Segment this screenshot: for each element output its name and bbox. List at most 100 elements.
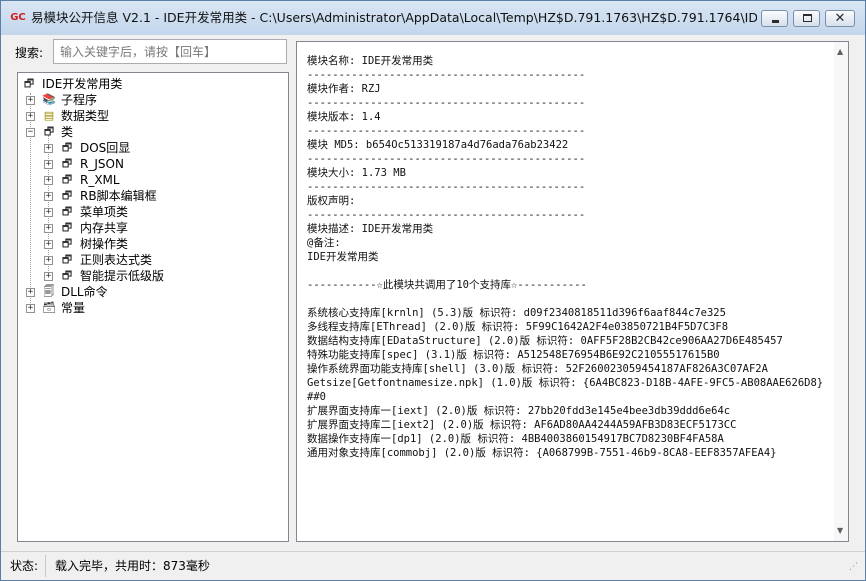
info-line: ----------------------------------------… — [307, 153, 586, 165]
minimize-button[interactable] — [761, 10, 788, 27]
tree-root-label: IDE开发常用类 — [42, 77, 123, 91]
scroll-down-icon[interactable]: ▼ — [837, 526, 843, 535]
info-line — [307, 292, 827, 306]
info-line — [307, 264, 827, 278]
tree-group-label: 常量 — [61, 301, 86, 315]
info-line: ----------------------------------------… — [307, 125, 586, 137]
info-line: 模块描述: IDE开发常用类 — [307, 223, 434, 235]
class-node-icon: 🗗 — [23, 77, 35, 90]
class-icon: 🗗 — [61, 269, 73, 282]
tree-group-label: 数据类型 — [61, 109, 110, 123]
search-input[interactable] — [53, 39, 287, 64]
expand-icon[interactable]: + — [44, 160, 53, 169]
app-logo-icon: GC — [10, 12, 26, 23]
tree-class-item[interactable]: + 🗗 内存共享 — [18, 220, 278, 236]
expand-icon[interactable]: + — [26, 112, 35, 121]
expand-icon[interactable]: + — [44, 144, 53, 153]
info-line: IDE开发常用类 — [307, 251, 379, 263]
tree-class-label: 菜单项类 — [80, 205, 129, 219]
info-line: 模块名称: IDE开发常用类 — [307, 55, 434, 67]
info-line: ----------------------------------------… — [307, 69, 586, 81]
tree-class-label: R_JSON — [80, 157, 124, 171]
scroll-up-icon[interactable]: ▲ — [837, 47, 843, 56]
tree-class-label: R_XML — [80, 173, 120, 187]
tree-class-item[interactable]: + 🗗 树操作类 — [18, 236, 278, 252]
info-line: 模块版本: 1.4 — [307, 111, 381, 123]
info-line: ----------------------------------------… — [307, 181, 586, 193]
expand-icon[interactable]: + — [26, 96, 35, 105]
stack-icon: 📚 — [42, 93, 56, 106]
expand-icon[interactable]: + — [44, 240, 53, 249]
info-line: 操作系统界面功能支持库[shell] (3.0)版 标识符: 52F260023… — [307, 363, 768, 375]
close-icon: ✕ — [834, 11, 846, 26]
module-info-text: 模块名称: IDE开发常用类 --------------------------… — [307, 54, 827, 460]
info-line: 数据结构支持库[EDataStructure] (2.0)版 标识符: 0AFF… — [307, 335, 783, 347]
class-icon: 🗗 — [61, 157, 73, 170]
expand-icon[interactable]: + — [44, 208, 53, 217]
expand-icon[interactable]: + — [44, 224, 53, 233]
module-tree[interactable]: 🗗 IDE开发常用类 + 📚 子程序 + ▤ 数据类型 − 🗗 类 + 🗗 DO… — [17, 72, 289, 542]
info-line: 模块 MD5: b654Oc513319187a4d76ada76ab23422 — [307, 139, 569, 151]
tree-root[interactable]: 🗗 IDE开发常用类 — [20, 76, 280, 92]
vertical-scrollbar[interactable] — [834, 42, 848, 541]
info-line: ----------------------------------------… — [307, 97, 586, 109]
resize-grip-icon[interactable]: ⋰ — [849, 563, 858, 572]
class-icon: 🗗 — [43, 125, 55, 138]
tree-class-label: RB脚本编辑框 — [80, 189, 157, 203]
class-icon: 🗗 — [61, 253, 73, 266]
tree-group-classes[interactable]: − 🗗 类 — [18, 124, 278, 140]
tree-class-item[interactable]: + 🗗 正则表达式类 — [18, 252, 278, 268]
info-line: 模块作者: RZJ — [307, 83, 381, 95]
tree-class-item[interactable]: + 🗗 RB脚本编辑框 — [18, 188, 278, 204]
status-bar: 状态: 载入完毕，共用时：873毫秒 — [1, 551, 865, 580]
close-button[interactable]: ✕ — [825, 10, 855, 27]
info-line: -----------☆此模块共调用了10个支持库☆----------- — [307, 279, 587, 291]
expand-icon[interactable]: + — [44, 256, 53, 265]
tree-group-constants[interactable]: + 🗃 常量 — [18, 300, 278, 316]
tree-group-subroutines[interactable]: + 📚 子程序 — [18, 92, 278, 108]
info-line: ##0 — [307, 391, 326, 403]
tree-class-item[interactable]: + 🗗 R_XML — [18, 172, 278, 188]
tree-group-datatypes[interactable]: + ▤ 数据类型 — [18, 108, 278, 124]
tree-class-label: DOS回显 — [80, 141, 131, 155]
window-title: 易模块公开信息 V2.1 - IDE开发常用类 - C:\Users\Admin… — [31, 10, 757, 25]
info-line: Getsize[Getfontnamesize.npk] (1.0)版 标识符:… — [307, 377, 824, 389]
info-line: 模块大小: 1.73 MB — [307, 167, 406, 179]
expand-icon[interactable]: + — [44, 272, 53, 281]
tree-class-label: 树操作类 — [80, 237, 129, 251]
constant-icon: 🗃 — [42, 301, 56, 314]
collapse-icon[interactable]: − — [26, 128, 35, 137]
info-line: 通用对象支持库[commobj] (2.0)版 标识符: {A068799B-7… — [307, 447, 777, 459]
expand-icon[interactable]: + — [26, 288, 35, 297]
class-icon: 🗗 — [61, 205, 73, 218]
tree-group-dll[interactable]: + 🗐 DLL命令 — [18, 284, 278, 300]
class-icon: 🗗 — [61, 173, 73, 186]
info-line: 数据操作支持库一[dp1] (2.0)版 标识符: 4BB40038601549… — [307, 433, 724, 445]
maximize-button[interactable] — [793, 10, 820, 27]
info-line: 多线程支持库[EThread] (2.0)版 标识符: 5F99C1642A2F… — [307, 321, 729, 333]
tree-class-item[interactable]: + 🗗 菜单项类 — [18, 204, 278, 220]
expand-icon[interactable]: + — [26, 304, 35, 313]
tree-class-item[interactable]: + 🗗 DOS回显 — [18, 140, 278, 156]
info-line: ----------------------------------------… — [307, 209, 586, 221]
tree-group-label: DLL命令 — [61, 285, 108, 299]
tree-class-item[interactable]: + 🗗 智能提示低级版 — [18, 268, 278, 284]
data-type-icon: ▤ — [43, 109, 55, 122]
tree-class-label: 内存共享 — [80, 221, 129, 235]
class-icon: 🗗 — [61, 221, 73, 234]
module-info-panel[interactable]: 模块名称: IDE开发常用类 --------------------------… — [296, 41, 849, 542]
main-window: GC 易模块公开信息 V2.1 - IDE开发常用类 - C:\Users\Ad… — [0, 0, 866, 581]
tree-class-item[interactable]: + 🗗 R_JSON — [18, 156, 278, 172]
info-line: 扩展界面支持库一[iext] (2.0)版 标识符: 27bb20fdd3e14… — [307, 405, 731, 417]
class-icon: 🗗 — [61, 141, 73, 154]
info-line: @备注: — [307, 237, 341, 249]
dll-icon: 🗐 — [43, 285, 55, 298]
title-bar[interactable]: GC 易模块公开信息 V2.1 - IDE开发常用类 - C:\Users\Ad… — [1, 1, 865, 35]
maximize-icon — [803, 14, 812, 22]
status-label: 状态: — [10, 559, 39, 573]
expand-icon[interactable]: + — [44, 176, 53, 185]
class-icon: 🗗 — [61, 189, 73, 202]
expand-icon[interactable]: + — [44, 192, 53, 201]
class-icon: 🗗 — [61, 237, 73, 250]
info-line: 版权声明: — [307, 195, 356, 207]
